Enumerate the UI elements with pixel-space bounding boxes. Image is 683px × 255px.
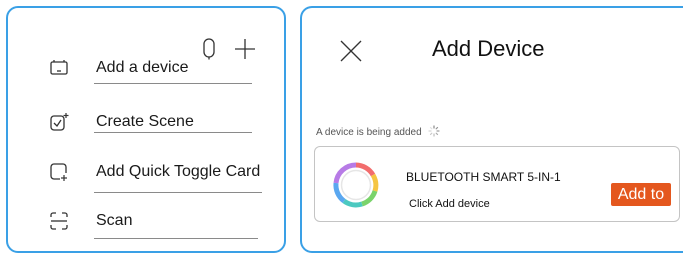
microphone-icon[interactable] bbox=[202, 38, 216, 65]
quick-toggle-card-icon bbox=[48, 161, 70, 183]
scan-icon bbox=[48, 210, 70, 232]
device-name: BLUETOOTH SMART 5-IN-1 bbox=[406, 170, 561, 184]
close-icon[interactable] bbox=[338, 38, 364, 64]
status-text: A device is being added bbox=[316, 127, 422, 138]
top-icons bbox=[202, 38, 256, 65]
device-subtitle: Click Add device bbox=[409, 198, 490, 210]
menu-item-add-device[interactable]: Add a device bbox=[48, 53, 189, 83]
divider bbox=[94, 83, 252, 84]
divider bbox=[94, 192, 262, 193]
menu-item-scan[interactable]: Scan bbox=[48, 206, 132, 236]
add-device-screen: Add Device A device is being added BLUET… bbox=[300, 6, 683, 253]
rgb-ring-icon bbox=[332, 161, 380, 209]
menu-item-add-quick-toggle-card[interactable]: Add Quick Toggle Card bbox=[48, 157, 260, 187]
menu-item-label: Add a device bbox=[96, 59, 189, 76]
quick-actions-menu: Add a device Create Scene Add Quick Togg… bbox=[6, 6, 286, 253]
add-to-button[interactable]: Add to bbox=[611, 183, 671, 206]
menu-item-label: Scan bbox=[96, 212, 133, 229]
add-device-icon bbox=[48, 57, 70, 79]
device-card[interactable]: BLUETOOTH SMART 5-IN-1 Click Add device … bbox=[314, 146, 680, 222]
menu-item-label: Add Quick Toggle Card bbox=[96, 163, 261, 180]
plus-icon[interactable] bbox=[234, 38, 256, 65]
status-row: A device is being added bbox=[316, 125, 440, 140]
menu-item-label: Create Scene bbox=[96, 113, 194, 130]
create-scene-icon bbox=[48, 111, 70, 133]
divider bbox=[94, 238, 258, 239]
menu-item-create-scene[interactable]: Create Scene bbox=[48, 107, 194, 137]
page-title: Add Device bbox=[432, 36, 545, 61]
loading-spinner-icon bbox=[428, 125, 440, 140]
divider bbox=[94, 132, 252, 133]
